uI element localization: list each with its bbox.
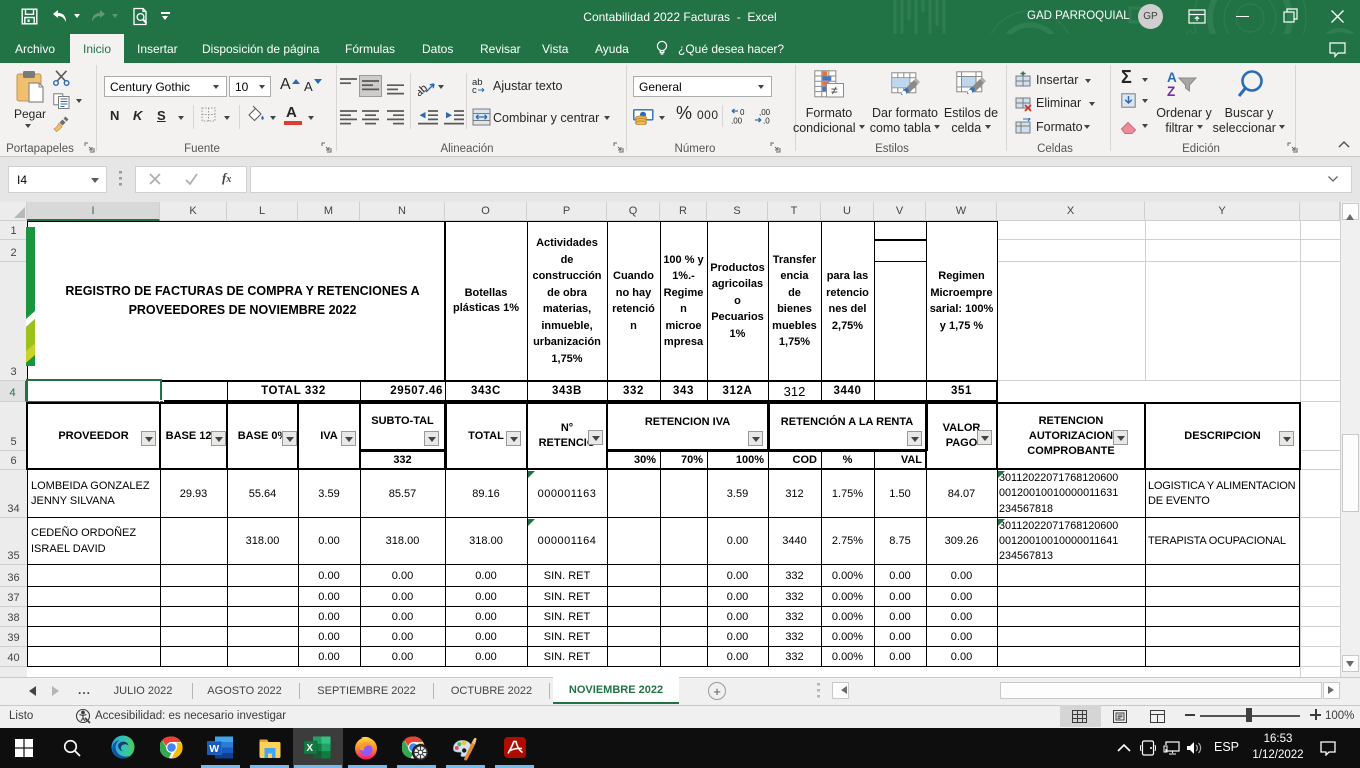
svg-text:W: W: [209, 743, 219, 755]
svg-text:≠: ≠: [831, 84, 838, 98]
svg-text:X: X: [306, 743, 313, 754]
svg-text:,0: ,0: [763, 117, 770, 125]
svg-text:,00: ,00: [731, 117, 743, 125]
svg-text:A: A: [1167, 70, 1177, 85]
svg-text:c: c: [472, 85, 477, 93]
svg-text:Z: Z: [1167, 84, 1175, 97]
